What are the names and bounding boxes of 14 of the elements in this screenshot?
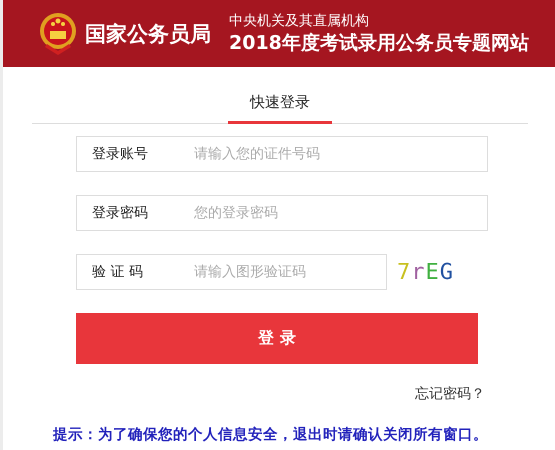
login-field[interactable]: 登录账号 请输入您的证件号码 xyxy=(76,136,488,172)
login-field[interactable]: 验 证 码 请输入图形验证码 xyxy=(76,254,387,290)
emblem-icon xyxy=(39,10,77,56)
site-subtitle: 中央机关及其直属机构 xyxy=(229,12,370,30)
security-tip: 提示：为了确保您的个人信息安全，退出时请确认关闭所有窗口。 xyxy=(53,425,489,444)
field-label: 验 证 码 xyxy=(92,263,144,281)
login-field[interactable]: 登录密码 您的登录密码 xyxy=(76,195,488,231)
agency-name: 国家公务员局 xyxy=(85,20,211,48)
login-button[interactable]: 登 录 xyxy=(76,313,478,364)
login-tab[interactable]: 快速登录 xyxy=(228,87,332,124)
field-label: 登录密码 xyxy=(92,204,149,222)
field-label: 登录账号 xyxy=(92,145,149,163)
site-title: 2018年度考试录用公务员专题网站 xyxy=(229,30,529,56)
forgot-password-link[interactable]: 忘记密码？ xyxy=(415,385,485,403)
